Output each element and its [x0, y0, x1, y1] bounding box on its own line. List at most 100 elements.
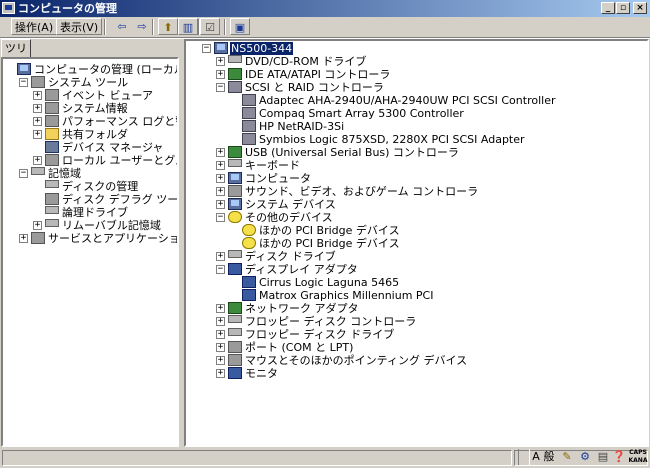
ime-help-icon[interactable]: ❓ [612, 449, 626, 465]
expand-icon[interactable]: + [33, 117, 42, 126]
expand-icon[interactable]: + [216, 317, 225, 326]
collapse-icon[interactable]: − [216, 265, 225, 274]
expand-icon[interactable]: + [216, 304, 225, 313]
device-list-pane[interactable]: − NS500-344 + DVD/CD-ROM ドライブ + IDE ATA/ATAPI… [184, 39, 649, 447]
forward-arrow-icon[interactable]: ⇨ [132, 18, 152, 35]
drive-icon [31, 167, 45, 175]
help-icon[interactable]: ▣ [230, 18, 250, 35]
expand-icon[interactable]: + [33, 156, 42, 165]
tree-node[interactable]: デバイス マネージャ [3, 141, 177, 154]
device-node[interactable]: + キーボード [186, 159, 647, 172]
show-tree-icon[interactable]: ▥ [178, 18, 198, 35]
drive-icon [45, 180, 59, 188]
menu-view[interactable]: 表示(V) [56, 18, 103, 35]
expand-icon[interactable]: + [33, 104, 42, 113]
expand-icon[interactable]: + [216, 252, 225, 261]
device-node[interactable]: + フロッピー ディスク コントローラ [186, 315, 647, 328]
device-node[interactable]: + IDE ATA/ATAPI コントローラ [186, 68, 647, 81]
device-node[interactable]: + サウンド、ビデオ、およびゲーム コントローラ [186, 185, 647, 198]
tree-node[interactable]: コンピュータの管理 (ローカル) [3, 63, 177, 76]
tree-node[interactable]: 論理ドライブ [3, 206, 177, 219]
expand-icon[interactable]: + [33, 130, 42, 139]
device-node[interactable]: + ネットワーク アダプタ [186, 302, 647, 315]
tool-icon [45, 102, 59, 114]
device-node-label: Symbios Logic 875XSD, 2280X PCI SCSI Ada… [259, 133, 525, 146]
expand-icon[interactable]: + [33, 91, 42, 100]
expand-icon[interactable]: + [216, 343, 225, 352]
device-node[interactable]: + コンピュータ [186, 172, 647, 185]
device-node[interactable]: Matrox Graphics Millennium PCI [186, 289, 647, 302]
minimize-button[interactable]: _ [601, 2, 615, 14]
expand-icon[interactable]: + [216, 356, 225, 365]
tree-node[interactable]: + イベント ビューア [3, 89, 177, 102]
tree-node[interactable]: − 記憶域 [3, 167, 177, 180]
tree-node[interactable]: + ローカル ユーザーとグループ [3, 154, 177, 167]
device-node[interactable]: Adaptec AHA-2940U/AHA-2940UW PCI SCSI Co… [186, 94, 647, 107]
tree-node[interactable]: + パフォーマンス ログと警告 [3, 115, 177, 128]
device-node[interactable]: + マウスとそのほかのポインティング デバイス [186, 354, 647, 367]
scsi-icon [242, 133, 256, 145]
ime-alpha-label[interactable]: A [530, 449, 542, 465]
device-node[interactable]: − ディスプレイ アダプタ [186, 263, 647, 276]
device-node[interactable]: + フロッピー ディスク ドライブ [186, 328, 647, 341]
device-node[interactable]: Compaq Smart Array 5300 Controller [186, 107, 647, 120]
tree-node[interactable]: + 共有フォルダ [3, 128, 177, 141]
collapse-icon[interactable]: − [216, 213, 225, 222]
expand-icon[interactable]: + [216, 161, 225, 170]
tab-tree[interactable]: ツリー [1, 39, 31, 72]
title-bar[interactable]: コンピュータの管理 _ ▫ × [0, 0, 650, 17]
ime-pad-icon[interactable]: ✎ [560, 449, 574, 465]
ime-grip-icon[interactable] [518, 449, 530, 465]
menu-action[interactable]: 操作(A) [11, 18, 58, 35]
expand-icon[interactable]: + [216, 174, 225, 183]
up-folder-icon[interactable]: ⬆ [158, 18, 178, 35]
expand-icon[interactable]: + [216, 330, 225, 339]
expand-icon[interactable]: + [216, 369, 225, 378]
drive-icon [228, 315, 242, 323]
device-node[interactable]: ほかの PCI Bridge デバイス [186, 224, 647, 237]
tree-node[interactable]: ディスク デフラグ ツール [3, 193, 177, 206]
device-node[interactable]: + DVD/CD-ROM ドライブ [186, 55, 647, 68]
tree-node[interactable]: + リムーバブル記憶域 [3, 219, 177, 232]
expand-icon[interactable]: + [19, 234, 28, 243]
ime-dictionary-icon[interactable]: ▤ [596, 449, 610, 465]
device-node[interactable]: + USB (Universal Serial Bus) コントローラ [186, 146, 647, 159]
device-node[interactable]: − その他のデバイス [186, 211, 647, 224]
device-node[interactable]: + ディスク ドライブ [186, 250, 647, 263]
console-tree-pane[interactable]: コンピュータの管理 (ローカル) − システム ツール + イベント ビューア + システム… [1, 57, 179, 447]
ime-mode-label[interactable]: 般 [542, 449, 556, 465]
device-node[interactable]: + ポート (COM と LPT) [186, 341, 647, 354]
tree-node-label: コンピュータの管理 (ローカル) [34, 63, 179, 76]
expand-icon[interactable]: + [33, 221, 42, 230]
back-arrow-icon[interactable]: ⇦ [112, 18, 132, 35]
expand-icon[interactable]: + [216, 70, 225, 79]
tree-node[interactable]: − システム ツール [3, 76, 177, 89]
restore-button[interactable]: ▫ [616, 2, 630, 14]
expand-icon[interactable]: + [216, 187, 225, 196]
device-node[interactable]: Cirrus Logic Laguna 5465 [186, 276, 647, 289]
tree-node-label: リムーバブル記憶域 [62, 219, 161, 232]
collapse-icon[interactable]: − [19, 169, 28, 178]
device-node[interactable]: − NS500-344 [186, 42, 647, 55]
computer-icon [17, 63, 31, 75]
collapse-icon[interactable]: − [202, 44, 211, 53]
device-node[interactable]: ほかの PCI Bridge デバイス [186, 237, 647, 250]
tree-node[interactable]: ディスクの管理 [3, 180, 177, 193]
device-node[interactable]: + モニタ [186, 367, 647, 380]
tree-node[interactable]: + システム情報 [3, 102, 177, 115]
device-node[interactable]: HP NetRAID-3Si [186, 120, 647, 133]
collapse-icon[interactable]: − [216, 83, 225, 92]
device-node[interactable]: − SCSI と RAID コントローラ [186, 81, 647, 94]
drive-icon [228, 55, 242, 63]
properties-icon[interactable]: ☑ [200, 18, 220, 35]
ime-tool-icon[interactable]: ⚙ [578, 449, 592, 465]
collapse-icon[interactable]: − [19, 78, 28, 87]
device-node[interactable]: Symbios Logic 875XSD, 2280X PCI SCSI Ada… [186, 133, 647, 146]
expand-icon[interactable]: + [216, 148, 225, 157]
tree-node[interactable]: + サービスとアプリケーション [3, 232, 177, 245]
close-button[interactable]: × [633, 2, 647, 14]
device-node-label: モニタ [245, 367, 278, 380]
expand-icon[interactable]: + [216, 200, 225, 209]
device-node[interactable]: + システム デバイス [186, 198, 647, 211]
expand-icon[interactable]: + [216, 57, 225, 66]
